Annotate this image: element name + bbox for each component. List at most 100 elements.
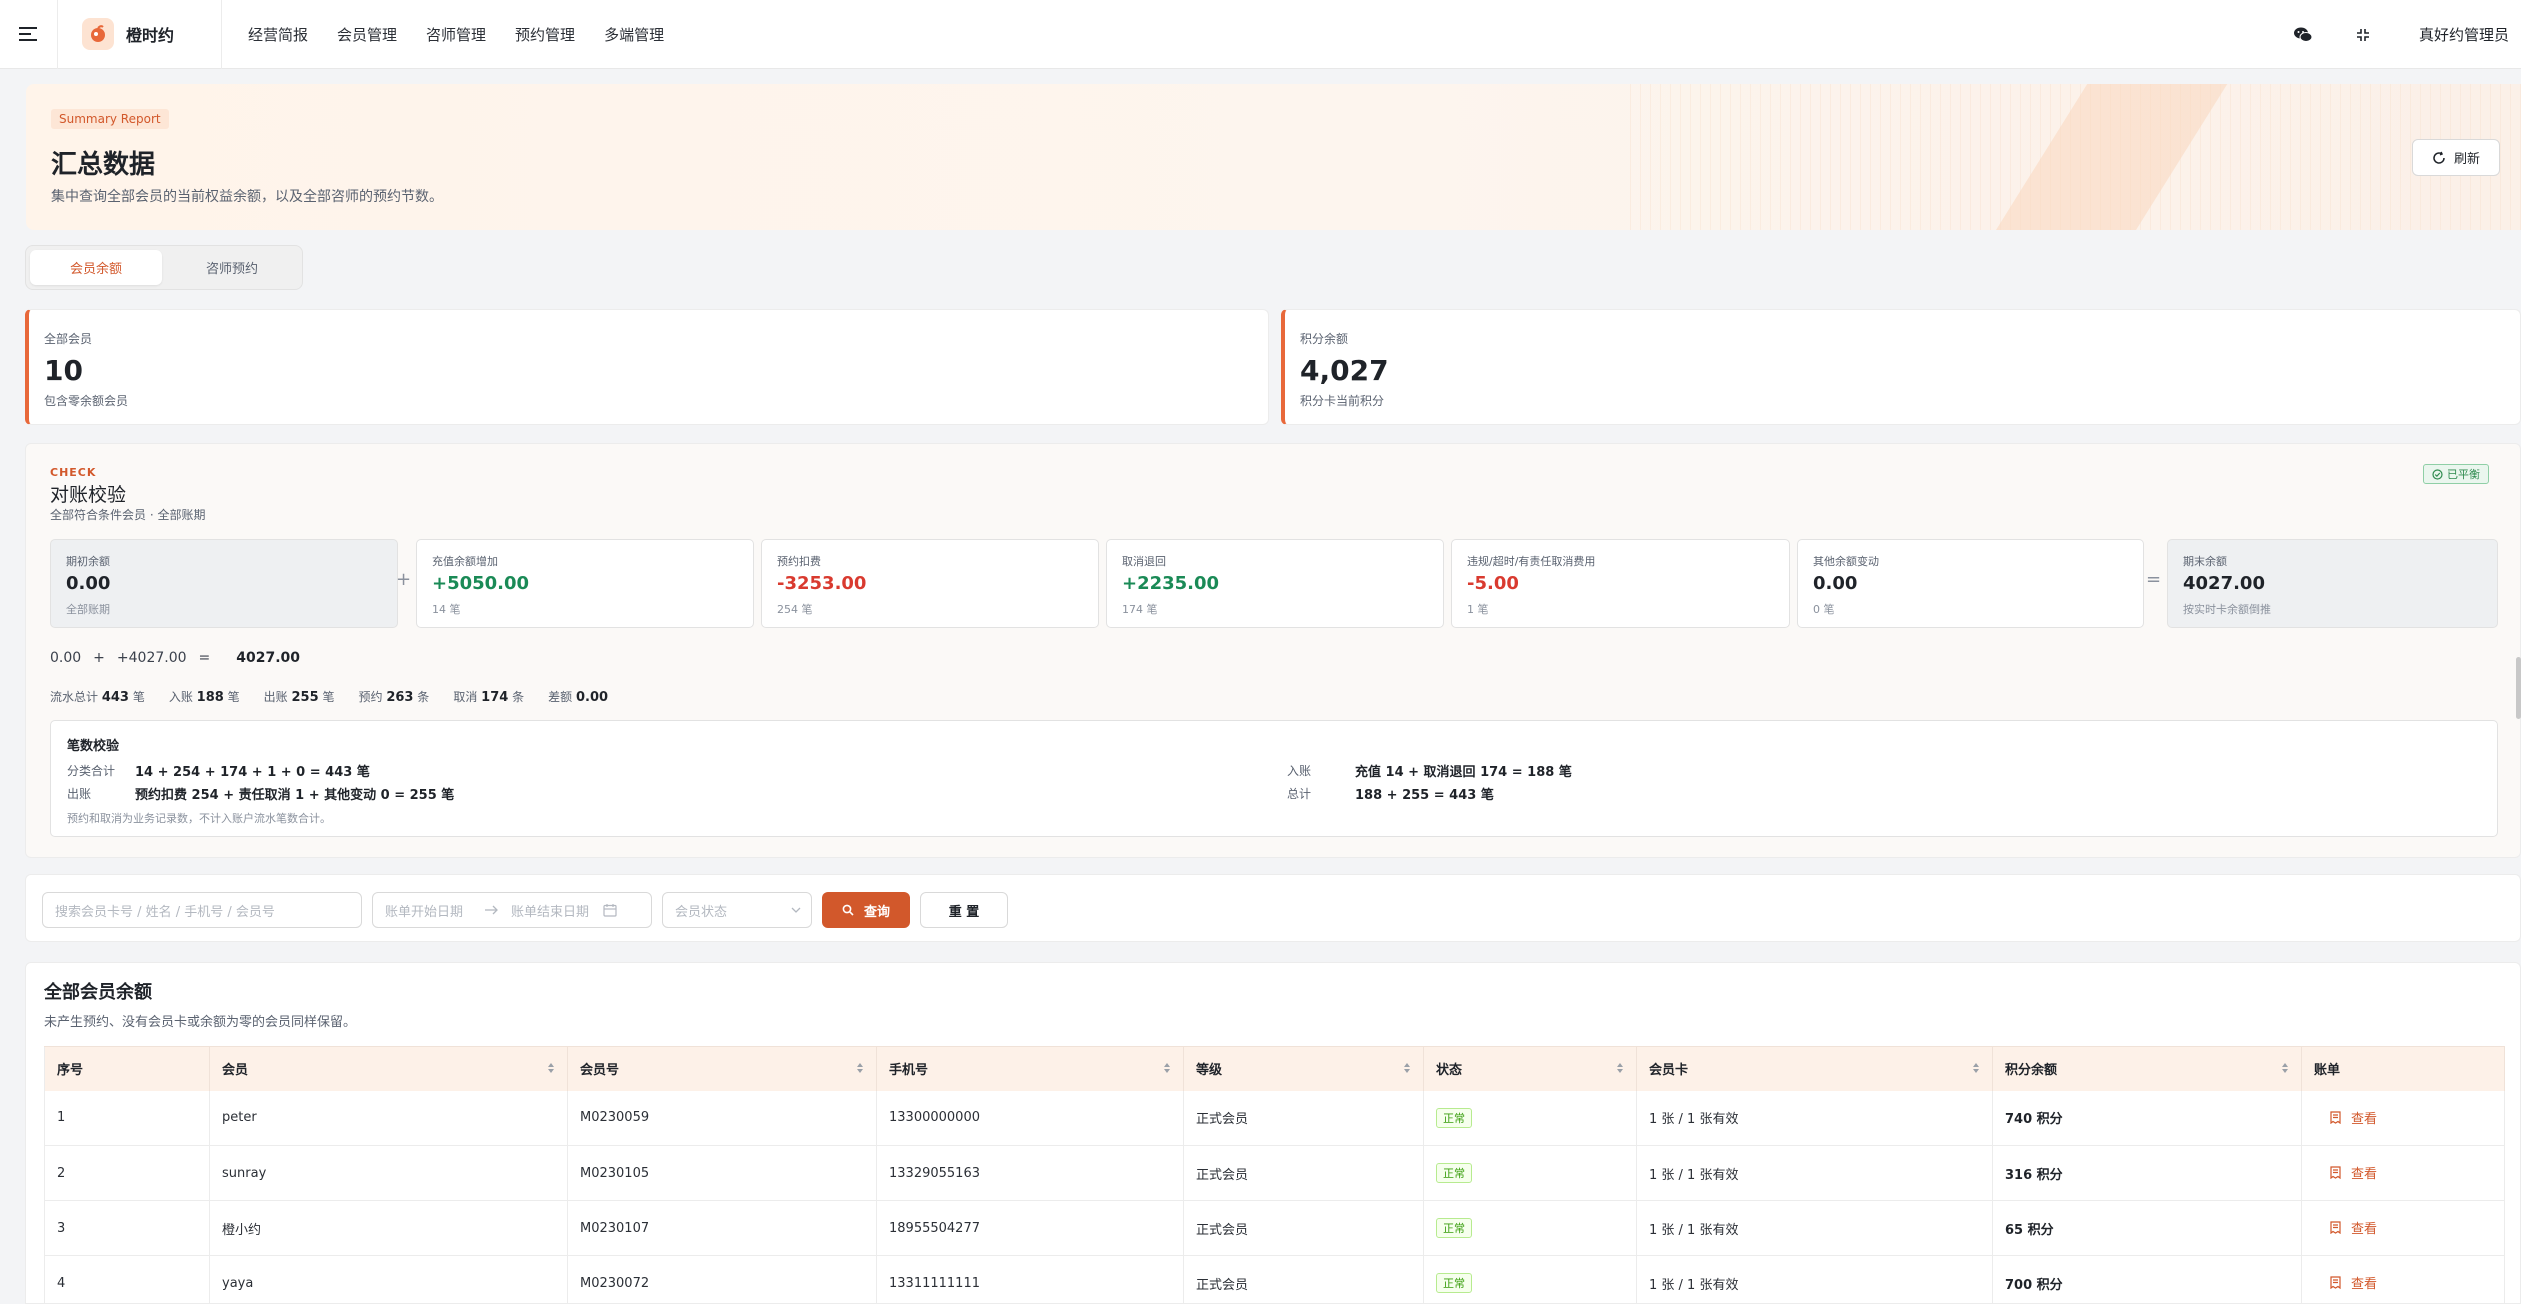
status-badge: 正常 bbox=[1436, 1218, 1472, 1238]
sort-icon[interactable] bbox=[1403, 1062, 1411, 1074]
plus-operator: + bbox=[396, 569, 412, 590]
view-bill-link[interactable]: 查看 bbox=[2314, 1273, 2377, 1292]
view-bill-link[interactable]: 查看 bbox=[2314, 1108, 2377, 1127]
nav-item-briefing[interactable]: 经营简报 bbox=[248, 24, 308, 45]
equals-operator: = bbox=[2146, 569, 2162, 590]
reset-button[interactable]: 重 置 bbox=[920, 892, 1008, 928]
col-header-phone[interactable]: 手机号 bbox=[876, 1046, 1184, 1091]
refresh-icon bbox=[2433, 151, 2445, 164]
box-other-change: 其他余额变动 0.00 0 笔 bbox=[1797, 539, 2144, 628]
cell-status: 正常 bbox=[1423, 1090, 1637, 1146]
cell-member: yaya bbox=[209, 1255, 568, 1304]
cell-member-id: M0230059 bbox=[567, 1090, 877, 1146]
table-row: 3 橙小约 M0230107 18955504277 正式会员 正常 1 张 /… bbox=[44, 1200, 2505, 1256]
end-date-field[interactable]: 账单结束日期 bbox=[511, 901, 589, 920]
query-button[interactable]: 查询 bbox=[822, 892, 910, 928]
box-label: 预约扣费 bbox=[777, 555, 821, 568]
fullscreen-button[interactable] bbox=[2343, 15, 2383, 55]
count-cancellations: 取消 174 条 bbox=[453, 690, 525, 705]
box-booking-deduction: 预约扣费 -3253.00 254 笔 bbox=[761, 539, 1099, 628]
check-circle-icon bbox=[2432, 468, 2443, 480]
sort-icon[interactable] bbox=[547, 1062, 555, 1074]
member-balance-table: 序号 会员 会员号 手机号 等级 状态 会员卡 积分余额 账单 1 peter … bbox=[44, 1046, 2505, 1304]
box-value: 0.00 bbox=[1813, 573, 1858, 594]
brand-logo-icon bbox=[82, 18, 114, 50]
page-description: 集中查询全部会员的当前权益余额，以及全部咨师的预约节数。 bbox=[51, 189, 443, 205]
recon-title: 笔数校验 bbox=[67, 739, 120, 754]
recon-value: 188 + 255 = 443 笔 bbox=[1355, 788, 1494, 803]
search-input[interactable]: 搜索会员卡号 / 姓名 / 手机号 / 会员号 bbox=[42, 892, 362, 928]
cell-phone: 13329055163 bbox=[876, 1145, 1184, 1201]
cell-no: 1 bbox=[44, 1090, 210, 1146]
check-kicker: CHECK bbox=[50, 466, 97, 479]
stat-subtext: 积分卡当前积分 bbox=[1300, 394, 1385, 408]
box-value: +5050.00 bbox=[432, 573, 530, 594]
col-header-member[interactable]: 会员 bbox=[209, 1046, 568, 1091]
cell-bill: 查看 bbox=[2301, 1090, 2505, 1146]
date-range-picker[interactable]: 账单开始日期 账单结束日期 bbox=[372, 892, 652, 928]
box-cancel-refund: 取消退回 +2235.00 174 笔 bbox=[1106, 539, 1444, 628]
cell-bill: 查看 bbox=[2301, 1145, 2505, 1201]
box-label: 充值余额增加 bbox=[432, 555, 498, 568]
brand[interactable]: 橙时约 bbox=[58, 0, 222, 69]
nav-item-multi-terminal[interactable]: 多端管理 bbox=[604, 24, 664, 45]
cell-member-id: M0230072 bbox=[567, 1255, 877, 1304]
box-value: 4027.00 bbox=[2183, 573, 2265, 594]
sort-icon[interactable] bbox=[2281, 1062, 2289, 1074]
table-row: 4 yaya M0230072 13311111111 正式会员 正常 1 张 … bbox=[44, 1255, 2505, 1304]
start-date-field[interactable]: 账单开始日期 bbox=[385, 901, 463, 920]
cell-level: 正式会员 bbox=[1183, 1200, 1424, 1256]
menu-toggle-button[interactable] bbox=[0, 0, 58, 69]
nav-item-consultants[interactable]: 咨师管理 bbox=[426, 24, 486, 45]
page-title: 汇总数据 bbox=[51, 150, 156, 180]
stat-card-points-balance: 积分余额 4,027 积分卡当前积分 bbox=[1281, 309, 2521, 425]
view-bill-link[interactable]: 查看 bbox=[2314, 1218, 2377, 1237]
box-value: -3253.00 bbox=[777, 573, 867, 594]
sort-icon[interactable] bbox=[1616, 1062, 1624, 1074]
col-header-level[interactable]: 等级 bbox=[1183, 1046, 1424, 1091]
col-header-points[interactable]: 积分余额 bbox=[1992, 1046, 2302, 1091]
stat-card-all-members: 全部会员 10 包含零余额会员 bbox=[25, 309, 1269, 425]
col-header-member-id[interactable]: 会员号 bbox=[567, 1046, 877, 1091]
balanced-status-badge: 已平衡 bbox=[2423, 464, 2489, 484]
col-header-status[interactable]: 状态 bbox=[1423, 1046, 1637, 1091]
count-reconciliation: 笔数校验 分类合计 14 + 254 + 174 + 1 + 0 = 443 笔… bbox=[50, 720, 2498, 837]
filter-bar: 搜索会员卡号 / 姓名 / 手机号 / 会员号 账单开始日期 账单结束日期 会员… bbox=[25, 874, 2521, 942]
chevron-down-icon bbox=[791, 907, 801, 913]
box-subtext: 254 笔 bbox=[777, 603, 813, 616]
box-recharge: 充值余额增加 +5050.00 14 笔 bbox=[416, 539, 754, 628]
sort-icon[interactable] bbox=[1972, 1062, 1980, 1074]
bill-icon bbox=[2330, 1221, 2341, 1234]
refresh-button[interactable]: 刷新 bbox=[2412, 139, 2500, 176]
formula-equals: = bbox=[198, 650, 211, 666]
page-scrollbar[interactable] bbox=[2516, 657, 2521, 719]
reconciliation-panel: CHECK 对账校验 全部符合条件会员 · 全部账期 已平衡 期初余额 0.00… bbox=[25, 443, 2521, 858]
status-badge: 正常 bbox=[1436, 1163, 1472, 1183]
col-header-card[interactable]: 会员卡 bbox=[1636, 1046, 1993, 1091]
balance-formula: 0.00 + +4027.00 = 4027.00 bbox=[50, 650, 300, 666]
top-bar: 橙时约 经营简报 会员管理 咨师管理 预约管理 多端管理 真好约管理员 bbox=[0, 0, 2521, 69]
cell-member: sunray bbox=[209, 1145, 568, 1201]
nav-item-members[interactable]: 会员管理 bbox=[337, 24, 397, 45]
wechat-button[interactable] bbox=[2283, 15, 2323, 55]
nav-item-bookings[interactable]: 预约管理 bbox=[515, 24, 575, 45]
admin-user-name[interactable]: 真好约管理员 bbox=[2419, 24, 2509, 45]
bill-icon bbox=[2330, 1166, 2341, 1179]
tab-member-balance[interactable]: 会员余额 bbox=[30, 250, 162, 285]
count-total: 流水总计 443 笔 bbox=[50, 690, 145, 705]
box-subtext: 全部账期 bbox=[66, 603, 110, 616]
tab-consultant-bookings[interactable]: 咨师预约 bbox=[166, 250, 298, 285]
box-violation-fee: 违规/超时/有责任取消费用 -5.00 1 笔 bbox=[1451, 539, 1790, 628]
sort-icon[interactable] bbox=[856, 1062, 864, 1074]
cell-points: 316 积分 bbox=[1992, 1145, 2302, 1201]
stat-label: 全部会员 bbox=[44, 332, 93, 346]
recon-note: 预约和取消为业务记录数，不计入账户流水笔数合计。 bbox=[67, 812, 331, 825]
sort-icon[interactable] bbox=[1163, 1062, 1171, 1074]
box-subtext: 14 笔 bbox=[432, 603, 461, 616]
formula-plus: + bbox=[93, 650, 105, 666]
view-bill-link[interactable]: 查看 bbox=[2314, 1163, 2377, 1182]
cell-no: 2 bbox=[44, 1145, 210, 1201]
cell-bill: 查看 bbox=[2301, 1255, 2505, 1304]
check-title: 对账校验 bbox=[50, 484, 127, 506]
member-status-select[interactable]: 会员状态 bbox=[662, 892, 812, 928]
